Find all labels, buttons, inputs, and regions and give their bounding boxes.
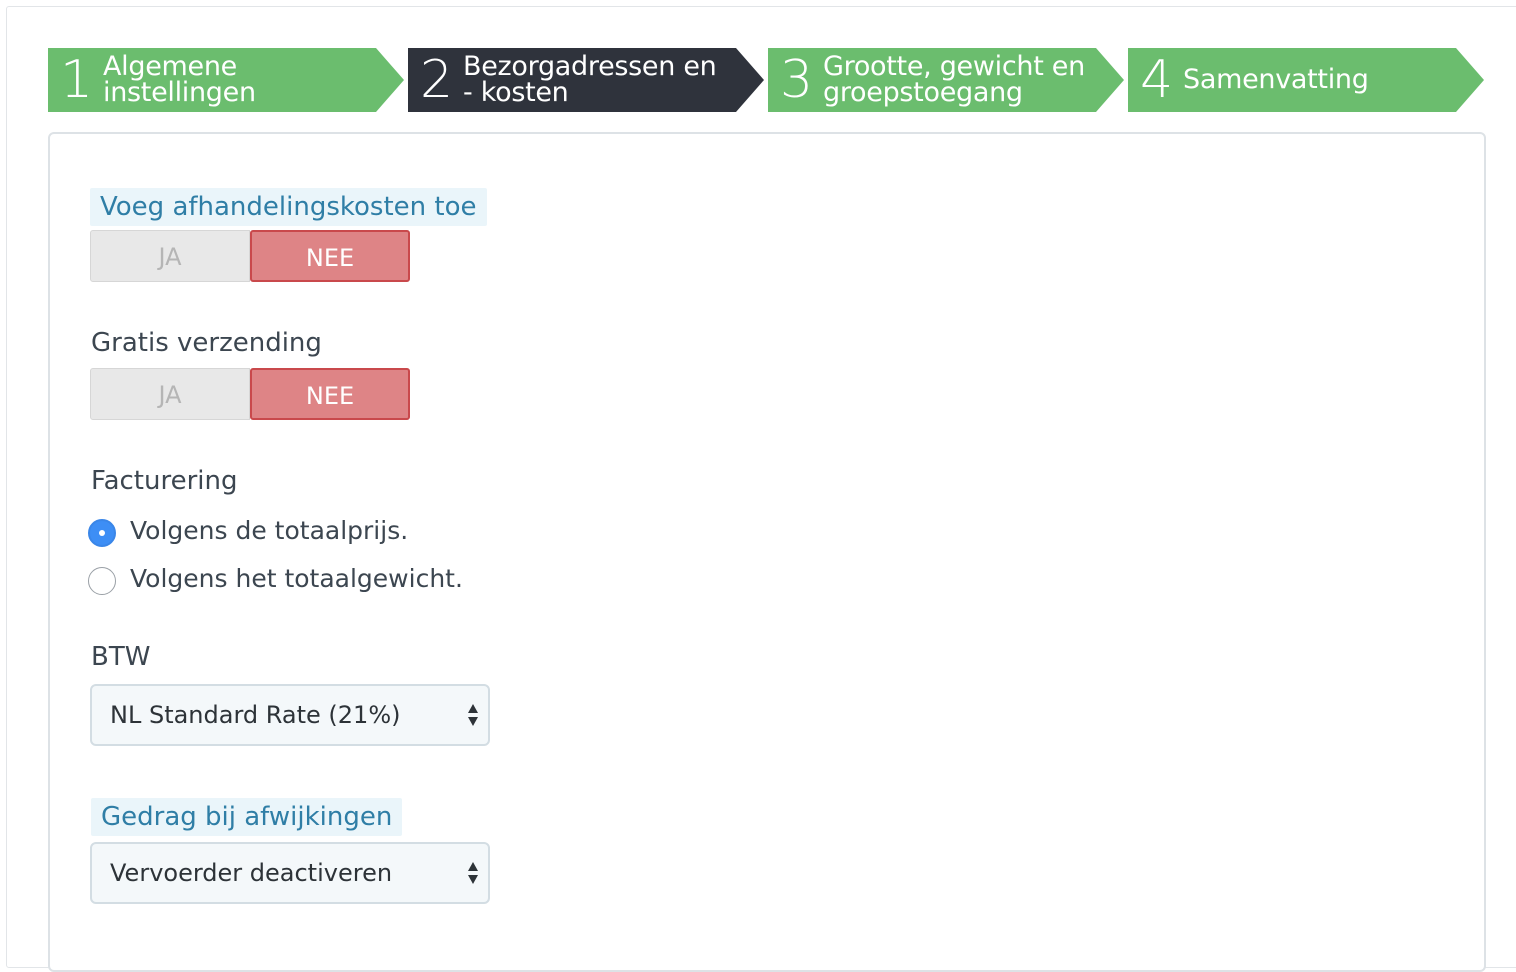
step-number: 2	[420, 50, 454, 110]
out-of-range-label: Gedrag bij afwijkingen	[91, 798, 403, 836]
billing-option-label: Volgens het totaalgewicht.	[130, 564, 463, 593]
radio-checked-icon[interactable]	[88, 519, 116, 547]
free-shipping-switch[interactable]: JA NEE	[90, 368, 410, 420]
billing-option-label: Volgens de totaalprijs.	[130, 516, 409, 545]
tax-select[interactable]: NL Standard Rate (21%)	[90, 684, 490, 746]
step-label: Grootte, gewicht en groepstoegang	[823, 51, 1085, 108]
step-label: Bezorgadressen en - kosten	[463, 51, 717, 108]
out-of-range-select-value: Vervoerder deactiveren	[110, 859, 393, 887]
wizard-step-3[interactable]: 3 Grootte, gewicht en groepstoegang	[768, 48, 1124, 112]
step-number: 1	[60, 50, 94, 110]
handling-fees-switch[interactable]: JA NEE	[90, 230, 410, 282]
step-label: Algemene instellingen	[103, 51, 256, 108]
radio-unchecked-icon[interactable]	[88, 567, 116, 595]
step-label: Samenvatting	[1183, 64, 1369, 95]
handling-fees-yes-option[interactable]: JA	[90, 230, 250, 282]
handling-fees-no-option[interactable]: NEE	[250, 230, 410, 282]
free-shipping-no-option[interactable]: NEE	[250, 368, 410, 420]
handling-fees-label: Voeg afhandelingskosten toe	[90, 188, 487, 226]
tax-label: BTW	[91, 642, 151, 672]
updown-arrows-icon	[468, 862, 478, 884]
wizard-step-4[interactable]: 4 Samenvatting	[1128, 48, 1484, 112]
wizard-step-1[interactable]: 1 Algemene instellingen	[48, 48, 404, 112]
updown-arrows-icon	[468, 704, 478, 726]
billing-label: Facturering	[91, 466, 238, 496]
tax-select-value: NL Standard Rate (21%)	[110, 701, 401, 729]
wizard-step-2[interactable]: 2 Bezorgadressen en - kosten	[408, 48, 764, 112]
free-shipping-label: Gratis verzending	[91, 328, 322, 358]
out-of-range-select[interactable]: Vervoerder deactiveren	[90, 842, 490, 904]
step-number: 3	[780, 50, 814, 110]
free-shipping-yes-option[interactable]: JA	[90, 368, 250, 420]
step-number: 4	[1140, 50, 1174, 110]
